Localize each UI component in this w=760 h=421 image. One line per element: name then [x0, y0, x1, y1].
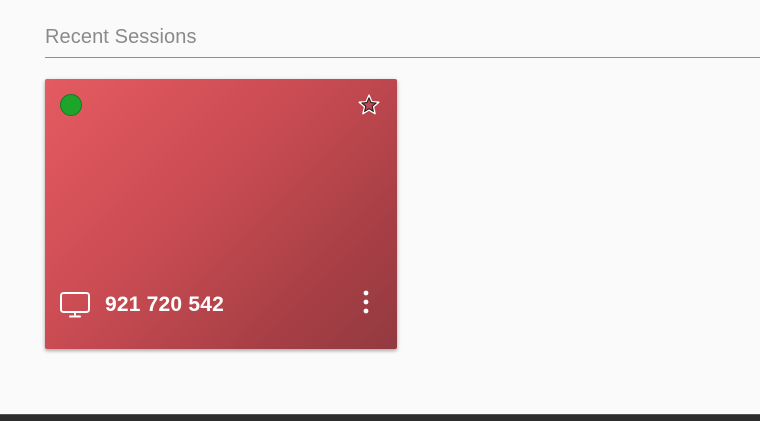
section-title: Recent Sessions — [45, 26, 197, 48]
monitor-icon — [59, 291, 91, 319]
session-card[interactable]: 921 720 542 — [45, 79, 397, 349]
favorite-star-icon[interactable] — [357, 93, 381, 117]
more-options-menu-icon[interactable] — [354, 287, 378, 319]
recent-sessions-header: Recent Sessions — [45, 24, 760, 58]
online-status-dot — [60, 94, 82, 116]
bottom-bar — [0, 414, 760, 421]
session-id-label: 921 720 542 — [105, 293, 224, 316]
